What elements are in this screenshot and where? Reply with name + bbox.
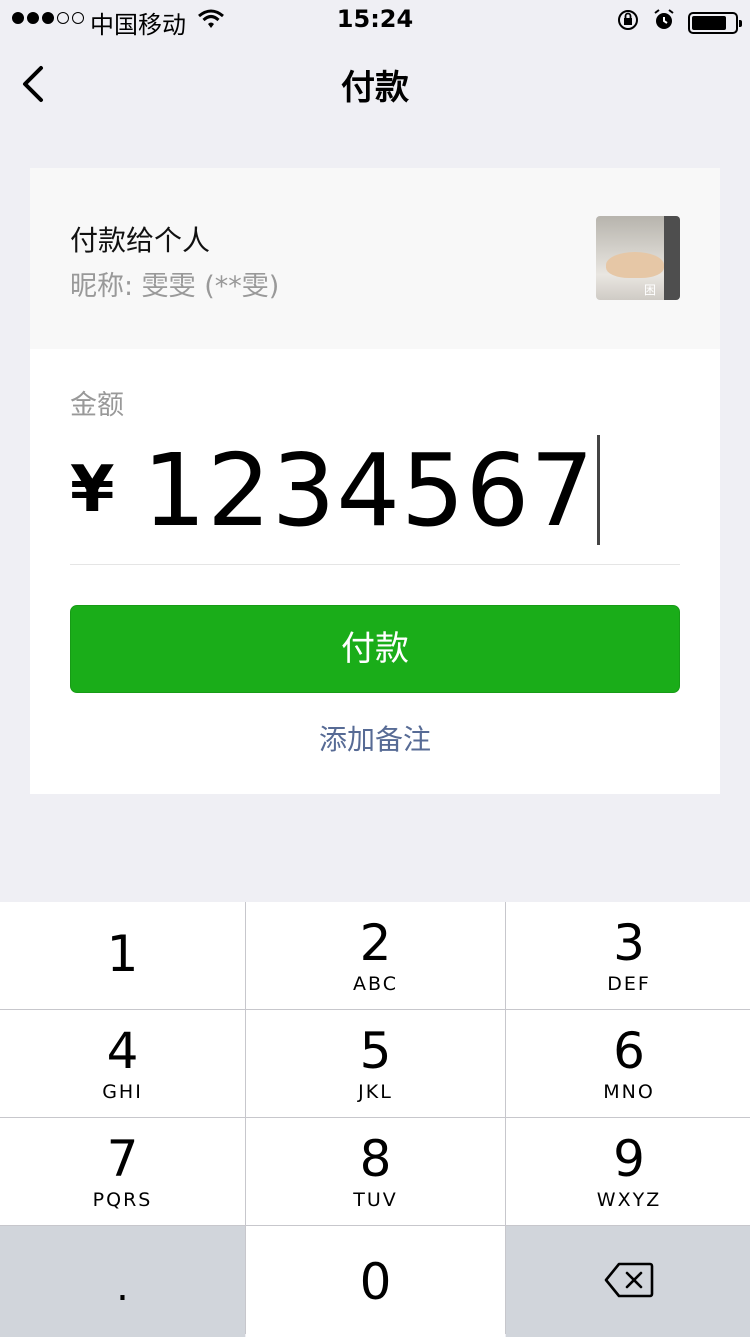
key-9[interactable]: 9 WXYZ bbox=[506, 1118, 750, 1225]
chevron-left-icon bbox=[14, 66, 54, 110]
payee-nickname: 昵称: 雯雯 (**雯) bbox=[70, 271, 280, 302]
orientation-lock-icon bbox=[616, 8, 640, 38]
key-digit: 7 bbox=[106, 1129, 139, 1188]
currency-symbol: ¥ bbox=[70, 453, 115, 527]
avatar: 困 bbox=[596, 216, 680, 300]
key-6[interactable]: 6 MNO bbox=[506, 1010, 750, 1117]
alarm-icon bbox=[652, 8, 676, 38]
key-0[interactable]: 0 bbox=[246, 1226, 505, 1337]
amount-label: 金额 bbox=[70, 390, 124, 421]
key-digit: 0 bbox=[359, 1252, 392, 1311]
pay-button[interactable]: 付款 bbox=[70, 605, 680, 693]
divider bbox=[70, 564, 680, 565]
key-letters: ABC bbox=[353, 972, 398, 995]
key-digit: 6 bbox=[613, 1021, 645, 1080]
add-note-link[interactable]: 添加备注 bbox=[30, 718, 720, 758]
key-3[interactable]: 3 DEF bbox=[506, 902, 750, 1009]
payee-section: 付款给个人 昵称: 雯雯 (**雯) 困 bbox=[30, 168, 720, 349]
key-digit: 3 bbox=[613, 913, 645, 972]
status-bar: 中国移动 15:24 bbox=[0, 0, 750, 40]
battery-icon bbox=[688, 12, 742, 34]
delete-key[interactable] bbox=[506, 1226, 750, 1337]
key-dot: . bbox=[116, 1263, 129, 1310]
key-digit: 5 bbox=[359, 1021, 392, 1080]
key-2[interactable]: 2 ABC bbox=[246, 902, 505, 1009]
key-decimal[interactable]: . bbox=[0, 1226, 245, 1337]
amount-value: 1234567 bbox=[142, 431, 595, 549]
payment-card: 付款给个人 昵称: 雯雯 (**雯) 困 金额 ¥ 1234567 付款 添加备… bbox=[30, 168, 720, 794]
key-digit: 1 bbox=[106, 924, 139, 983]
key-letters: MNO bbox=[603, 1080, 655, 1103]
key-8[interactable]: 8 TUV bbox=[246, 1118, 505, 1225]
key-1[interactable]: 1 bbox=[0, 902, 245, 1009]
key-letters: GHI bbox=[102, 1080, 143, 1103]
amount-input[interactable]: ¥ 1234567 bbox=[70, 430, 600, 550]
key-7[interactable]: 7 PQRS bbox=[0, 1118, 245, 1225]
avatar-tag: 困 bbox=[643, 283, 656, 297]
payee-title: 付款给个人 bbox=[70, 224, 211, 257]
key-letters: DEF bbox=[607, 972, 651, 995]
key-digit: 2 bbox=[359, 913, 392, 972]
key-4[interactable]: 4 GHI bbox=[0, 1010, 245, 1117]
key-digit: 8 bbox=[359, 1129, 392, 1188]
key-letters: PQRS bbox=[92, 1188, 153, 1211]
page-title: 付款 bbox=[341, 68, 409, 108]
key-letters: JKL bbox=[358, 1080, 393, 1103]
key-digit: 9 bbox=[613, 1129, 645, 1188]
key-letters: TUV bbox=[353, 1188, 398, 1211]
text-cursor bbox=[596, 435, 600, 545]
key-letters: WXYZ bbox=[596, 1188, 662, 1211]
key-digit: 4 bbox=[106, 1021, 139, 1080]
key-5[interactable]: 5 JKL bbox=[246, 1010, 505, 1117]
backspace-icon bbox=[604, 1262, 654, 1302]
back-button[interactable] bbox=[14, 62, 54, 106]
numeric-keypad: 1 2 ABC 3 DEF 4 GHI 5 JKL 6 MNO 7 PQRS 8… bbox=[0, 902, 750, 1337]
navigation-bar: 付款 bbox=[0, 40, 750, 128]
